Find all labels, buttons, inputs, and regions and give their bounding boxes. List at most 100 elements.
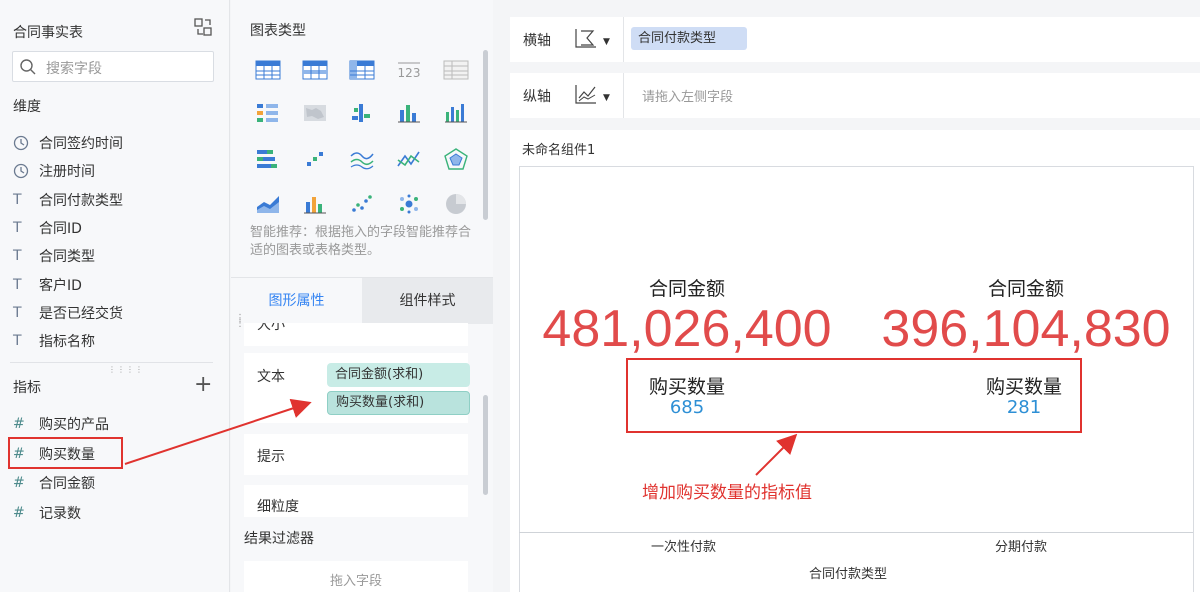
field-item[interactable]: # 购买的产品 — [13, 413, 109, 435]
field-item[interactable]: 注册时间 — [13, 160, 95, 182]
field-label: 注册时间 — [39, 164, 95, 181]
field-search-input[interactable]: 搜索字段 — [12, 51, 214, 82]
chart-type-scrollbar[interactable] — [483, 50, 488, 220]
bubble-chart-icon[interactable] — [396, 193, 422, 215]
kpi-block: 合同金额 396,104,830 — [869, 274, 1183, 357]
text-property-label: 文本 — [257, 369, 285, 385]
field-item[interactable]: # 合同金额 — [13, 472, 95, 494]
x-axis-shelf[interactable]: 横轴 ▼ 合同付款类型 — [510, 17, 1200, 62]
field-item[interactable]: T 客户ID — [13, 274, 82, 296]
table-chart-icon[interactable] — [255, 59, 281, 81]
field-panel: 合同事实表 搜索字段 维度 合同签约时间 注册时间 T 合同付款类型 T 合同ID T 合同类… — [0, 0, 230, 592]
text-type-icon: T — [13, 333, 22, 350]
line-chart-icon[interactable] — [349, 148, 375, 170]
field-item[interactable]: T 指标名称 — [13, 330, 95, 352]
funnel-kpi-icon[interactable] — [255, 102, 281, 124]
text-type-icon: T — [13, 248, 22, 265]
tooltip-property-label: 提示 — [257, 449, 285, 465]
resize-grip-icon[interactable]: ⋮⋮⋮⋮ — [108, 365, 144, 374]
field-item[interactable]: # 记录数 — [13, 502, 81, 524]
field-label: 记录数 — [39, 505, 81, 522]
kpi-label: 合同金额 — [987, 278, 1064, 300]
field-label: 合同类型 — [39, 249, 95, 266]
field-label: 合同金额 — [39, 476, 95, 492]
text-type-icon: T — [13, 276, 22, 293]
cross-table-icon[interactable] — [349, 59, 375, 81]
detail-table-icon[interactable] — [443, 59, 469, 81]
group-table-icon[interactable] — [302, 59, 328, 81]
add-measure-icon[interactable]: + — [194, 374, 212, 396]
x-axis-label: 横轴 — [523, 33, 551, 49]
column-chart-icon[interactable] — [396, 102, 422, 124]
x-axis-title: 合同付款类型 — [809, 567, 888, 582]
field-label: 合同付款类型 — [39, 192, 123, 209]
granularity-property-label: 细粒度 — [257, 499, 299, 515]
number-type-icon: # — [13, 504, 25, 521]
area-chart-icon[interactable] — [255, 193, 281, 215]
radar-chart-icon[interactable] — [443, 148, 469, 170]
x-axis-field-tag[interactable]: 合同付款类型 — [631, 27, 747, 50]
multi-column-icon[interactable] — [443, 102, 469, 124]
measures-heading: 指标 — [13, 380, 41, 396]
y-axis-shelf[interactable]: 纵轴 ▼ 请拖入左侧字段 — [510, 73, 1200, 118]
grouped-bar-icon[interactable] — [349, 102, 375, 124]
filter-drop-zone[interactable]: 拖入字段 — [244, 561, 468, 592]
polyline-chart-icon[interactable] — [396, 148, 422, 170]
field-item[interactable]: 合同签约时间 — [13, 132, 123, 154]
dimensions-heading: 维度 — [13, 99, 41, 115]
text-property-card[interactable]: 文本 合同金额(求和) 购买数量(求和) — [244, 353, 470, 423]
axis-separator — [623, 73, 624, 118]
line-axis-icon[interactable] — [573, 82, 599, 106]
kpi-value: 481,026,400 — [542, 300, 832, 358]
text-field-pill[interactable]: 合同金额(求和) — [327, 363, 470, 387]
search-placeholder: 搜索字段 — [46, 61, 102, 77]
tooltip-property-card[interactable]: 提示 — [244, 434, 468, 475]
field-label: 指标名称 — [39, 334, 95, 351]
property-scrollbar[interactable] — [483, 395, 488, 495]
sort-axis-icon[interactable] — [573, 26, 599, 50]
chart-type-heading: 图表类型 — [250, 23, 306, 39]
granularity-property-card[interactable]: 细粒度 — [244, 485, 468, 517]
table-name: 合同事实表 — [13, 25, 83, 41]
clock-icon — [13, 163, 39, 179]
smart-recommend-hint: 智能推荐：根据拖入的字段智能推荐合适的图表或表格类型。 — [250, 225, 472, 258]
switch-table-icon[interactable] — [194, 18, 212, 36]
field-item[interactable]: T 是否已经交货 — [13, 302, 123, 324]
svg-text:123: 123 — [398, 66, 421, 80]
map-chart-icon[interactable] — [302, 102, 328, 124]
text-field-pill-selected[interactable]: 购买数量(求和) — [327, 391, 470, 415]
field-item[interactable]: T 合同ID — [13, 217, 82, 239]
field-label: 合同签约时间 — [39, 136, 123, 152]
section-divider — [10, 362, 213, 363]
text-type-icon: T — [13, 191, 22, 208]
kpi-number-icon[interactable]: 123 — [396, 59, 422, 81]
clock-icon — [13, 135, 39, 151]
number-type-icon: # — [13, 416, 25, 432]
text-type-icon: T — [13, 219, 22, 236]
kpi-value: 396,104,830 — [881, 300, 1171, 358]
tab-component-style[interactable]: 组件样式 — [362, 278, 493, 324]
y-axis-dropdown-icon[interactable]: ▼ — [603, 93, 610, 103]
tab-graphic-properties[interactable]: 图形属性 — [231, 278, 362, 324]
kpi-block: 合同金额 481,026,400 — [530, 274, 844, 357]
x-category-label: 一次性付款 — [651, 540, 717, 555]
y-axis-placeholder[interactable]: 请拖入左侧字段 — [642, 86, 733, 105]
scatter-step-icon[interactable] — [302, 148, 328, 170]
field-item[interactable]: T 合同付款类型 — [13, 189, 123, 211]
field-label: 合同ID — [39, 220, 82, 237]
stacked-bar-icon[interactable] — [255, 148, 281, 170]
chart-config-panel: 图表类型 123 智能推荐：根据拖入的字段智能推荐合适的图表或表格类型。 图形属… — [231, 0, 493, 592]
x-category-label: 分期付款 — [995, 540, 1048, 555]
combo-chart-icon[interactable] — [302, 193, 328, 215]
size-property-card[interactable]: 大小 — [244, 323, 468, 346]
dot-chart-icon[interactable] — [349, 193, 375, 215]
field-label: 购买的产品 — [39, 417, 109, 433]
field-label: 客户ID — [39, 277, 82, 294]
annotation-text: 增加购买数量的指标值 — [642, 483, 812, 503]
x-axis-dropdown-icon[interactable]: ▼ — [603, 37, 610, 47]
search-icon — [20, 59, 36, 75]
result-filter-heading: 结果过滤器 — [244, 531, 314, 547]
field-item[interactable]: T 合同类型 — [13, 245, 95, 267]
pie-chart-icon[interactable] — [443, 193, 469, 215]
x-axis-line — [519, 532, 1193, 533]
